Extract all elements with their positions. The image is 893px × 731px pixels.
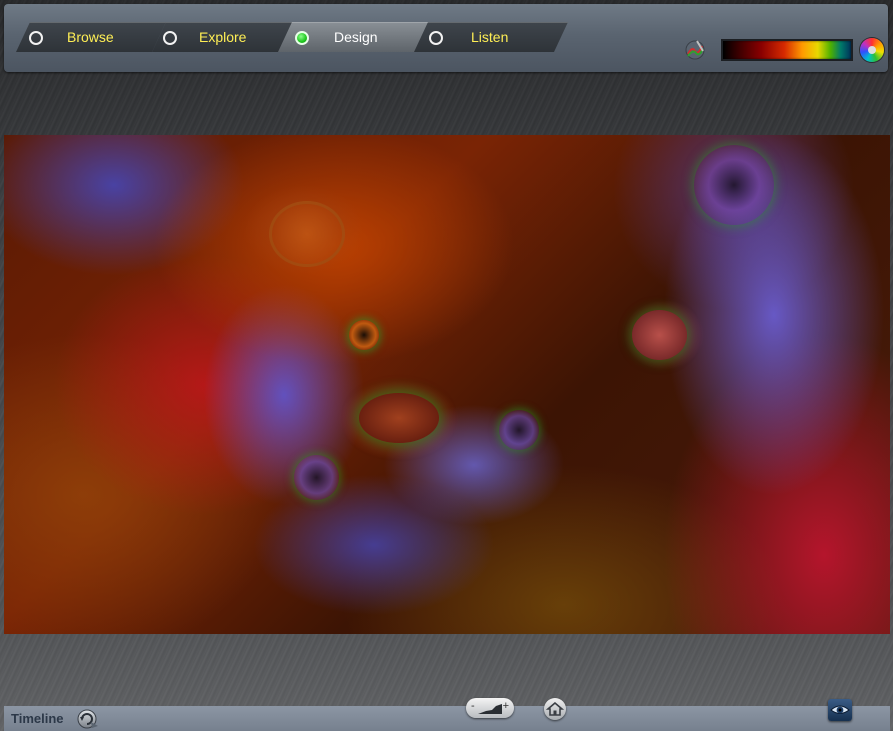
fractal-detail bbox=[632, 310, 687, 360]
tab-browse-label: Browse bbox=[67, 29, 114, 45]
radio-selected-icon bbox=[295, 31, 309, 45]
top-toolbar: Browse Explore Design Listen bbox=[4, 4, 888, 72]
eye-icon bbox=[830, 705, 850, 714]
fractal-detail bbox=[359, 393, 439, 443]
color-gradient-bar[interactable] bbox=[721, 39, 853, 61]
tab-design[interactable]: Design bbox=[278, 22, 430, 52]
tab-listen-label: Listen bbox=[471, 29, 509, 45]
fractal-detail bbox=[694, 145, 774, 225]
radio-icon bbox=[163, 31, 177, 45]
mode-tabs: Browse Explore Design Listen bbox=[16, 22, 568, 52]
tab-explore-label: Explore bbox=[199, 29, 247, 45]
radio-icon bbox=[29, 31, 43, 45]
paint-wand-icon[interactable] bbox=[683, 37, 707, 61]
fractal-detail bbox=[269, 201, 345, 267]
fractal-detail bbox=[349, 320, 379, 350]
zoom-in-icon[interactable]: + bbox=[503, 700, 509, 712]
timeline-refresh-icon[interactable] bbox=[76, 708, 100, 730]
tab-listen[interactable]: Listen bbox=[414, 22, 568, 52]
tab-browse[interactable]: Browse bbox=[16, 22, 166, 52]
fractal-detail bbox=[499, 410, 539, 450]
bottom-bar: Timeline bbox=[4, 706, 890, 731]
zoom-slider-icon[interactable]: - + bbox=[466, 698, 514, 718]
eye-button[interactable] bbox=[828, 699, 852, 721]
radio-icon bbox=[429, 31, 443, 45]
zoom-ramp-icon bbox=[478, 704, 502, 714]
color-wheel-icon[interactable] bbox=[860, 38, 884, 62]
zoom-out-icon[interactable]: - bbox=[471, 700, 475, 712]
tab-design-label: Design bbox=[334, 29, 378, 45]
fractal-canvas[interactable] bbox=[4, 135, 890, 634]
home-button[interactable] bbox=[544, 698, 566, 720]
fractal-detail bbox=[294, 455, 339, 500]
home-icon bbox=[545, 701, 565, 716]
timeline-label[interactable]: Timeline bbox=[11, 711, 64, 726]
